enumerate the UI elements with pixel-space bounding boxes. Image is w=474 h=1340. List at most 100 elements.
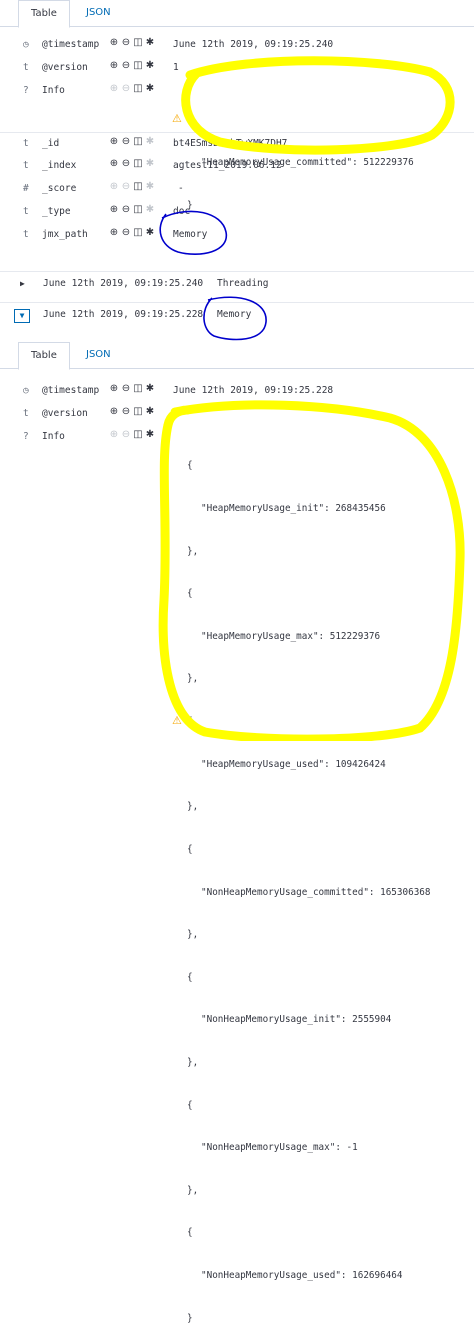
event-message: Threading (217, 278, 269, 289)
field-type: t (23, 229, 29, 240)
toggle-column-icon[interactable]: ◫ (132, 406, 144, 417)
filter-exists-icon[interactable]: ✱ (144, 406, 156, 417)
zoom-in-icon[interactable]: ⊕ (108, 204, 120, 215)
json-line: }, (187, 673, 199, 685)
field-type: ? (23, 85, 29, 96)
json-line: "HeapMemoryUsage_init": 268435456 (201, 503, 386, 515)
zoom-in-icon[interactable]: ⊕ (108, 37, 120, 48)
field-value: 1 (173, 408, 179, 419)
json-line: { (187, 1227, 193, 1239)
field-value: Memory (173, 229, 208, 240)
field-value: bt4ESmsBQebTwXMK7DH7 (173, 138, 288, 149)
zoom-out-icon[interactable]: ⊖ (120, 383, 132, 394)
zoom-out-icon[interactable]: ⊖ (120, 37, 132, 48)
zoom-in-icon[interactable]: ⊕ (108, 158, 120, 169)
json-line: "HeapMemoryUsage_used": 109426424 (201, 758, 386, 770)
field-type: # (23, 183, 29, 194)
field-name: Info (42, 431, 65, 442)
zoom-in-icon[interactable]: ⊕ (108, 227, 120, 238)
toggle-column-icon[interactable]: ◫ (132, 383, 144, 394)
tab-table[interactable]: Table (18, 342, 70, 370)
field-row-id: t _id ⊕ ⊖ ◫ ✱ bt4ESmsBQebTwXMK7DH7 (0, 132, 474, 156)
zoom-in-icon[interactable]: ⊕ (108, 406, 120, 417)
tab-json[interactable]: JSON (86, 0, 111, 26)
filter-exists-icon[interactable]: ✱ (144, 37, 156, 48)
filter-exists-icon: ✱ (145, 158, 155, 169)
event-row-expanded[interactable]: ▼ June 12th 2019, 09:19:25.228 Memory (0, 302, 474, 327)
filter-exists-icon[interactable]: ✱ (144, 383, 156, 394)
zoom-in-icon[interactable]: ⊕ (108, 136, 120, 147)
field-name: @timestamp (42, 385, 100, 396)
zoom-in-icon: ⊕ (109, 429, 119, 440)
filter-exists-icon: ✱ (145, 136, 155, 147)
field-name: @version (42, 408, 88, 419)
filter-exists-icon[interactable]: ✱ (144, 429, 156, 440)
zoom-in-icon: ⊕ (109, 83, 119, 94)
clock-icon: ◷ (23, 39, 29, 50)
doc1-tabs: Table JSON (0, 0, 474, 28)
zoom-out-icon[interactable]: ⊖ (120, 227, 132, 238)
toggle-column-icon[interactable]: ◫ (132, 37, 144, 48)
zoom-out-icon[interactable]: ⊖ (120, 158, 132, 169)
json-line: "NonHeapMemoryUsage_committed": 16530636… (201, 886, 431, 898)
zoom-out-icon[interactable]: ⊖ (120, 60, 132, 71)
json-line: { (187, 588, 193, 600)
field-actions: ⊕ ⊖ ◫ ✱ (108, 136, 168, 150)
toggle-column-icon[interactable]: ◫ (132, 158, 144, 169)
json-line: "NonHeapMemoryUsage_max": -1 (201, 1142, 358, 1154)
field-row-timestamp: ◷ @timestamp ⊕ ⊖ ◫ ✱ June 12th 2019, 09:19:… (0, 34, 474, 57)
field-name: @version (42, 62, 88, 73)
warning-icon[interactable]: ⚠ (172, 714, 182, 727)
toggle-column-icon[interactable]: ◫ (132, 181, 144, 192)
filter-exists-icon[interactable]: ✱ (144, 227, 156, 238)
zoom-in-icon: ⊕ (109, 181, 119, 192)
json-line: }, (187, 1184, 199, 1196)
event-row-collapsed[interactable]: ▶ June 12th 2019, 09:19:25.240 Threading (0, 271, 474, 296)
field-type: t (23, 160, 29, 171)
field-actions: ⊕ ⊖ ◫ ✱ (108, 60, 168, 74)
zoom-in-icon[interactable]: ⊕ (108, 383, 120, 394)
field-actions: ⊕ ⊖ ◫ ✱ (108, 383, 168, 397)
field-actions: ⊕ ⊖ ◫ ✱ (108, 181, 168, 195)
event-message: Memory (217, 309, 252, 320)
json-line: } (187, 1312, 193, 1324)
field-name: Info (42, 85, 65, 96)
field-actions: ⊕ ⊖ ◫ ✱ (108, 37, 168, 51)
filter-exists-icon[interactable]: ✱ (144, 83, 156, 94)
toggle-column-icon[interactable]: ◫ (132, 429, 144, 440)
json-line: }, (187, 1056, 199, 1068)
event-timestamp: June 12th 2019, 09:19:25.240 (43, 278, 204, 289)
filter-exists-icon: ✱ (145, 181, 155, 192)
filter-exists-icon[interactable]: ✱ (144, 60, 156, 71)
zoom-in-icon[interactable]: ⊕ (108, 60, 120, 71)
field-value: June 12th 2019, 09:19:25.240 (173, 39, 334, 50)
json-line: }, (187, 929, 199, 941)
field-name: _type (42, 206, 71, 217)
tab-json[interactable]: JSON (86, 342, 111, 368)
expand-caret-icon[interactable]: ▶ (20, 279, 25, 288)
json-line: { (187, 843, 193, 855)
zoom-out-icon[interactable]: ⊖ (120, 204, 132, 215)
filter-exists-icon: ✱ (145, 204, 155, 215)
zoom-out-icon[interactable]: ⊖ (120, 406, 132, 417)
toggle-column-icon[interactable]: ◫ (132, 204, 144, 215)
toggle-column-icon[interactable]: ◫ (132, 136, 144, 147)
field-value: June 12th 2019, 09:19:25.228 (173, 385, 334, 396)
event-timestamp: June 12th 2019, 09:19:25.228 (43, 309, 204, 320)
toggle-column-icon[interactable]: ◫ (132, 227, 144, 238)
warning-icon[interactable]: ⚠ (172, 112, 182, 125)
toggle-column-icon[interactable]: ◫ (132, 83, 144, 94)
field-actions: ⊕ ⊖ ◫ ✱ (108, 204, 168, 218)
zoom-out-icon: ⊖ (121, 181, 131, 192)
field-row-version: t @version ⊕ ⊖ ◫ ✱ 1 (0, 403, 474, 426)
tab-table[interactable]: Table (18, 0, 70, 28)
field-row-type: t _type ⊕ ⊖ ◫ ✱ doc (0, 201, 474, 224)
field-actions: ⊕ ⊖ ◫ ✱ (108, 406, 168, 420)
toggle-column-icon[interactable]: ◫ (132, 60, 144, 71)
zoom-out-icon[interactable]: ⊖ (120, 136, 132, 147)
collapse-caret-icon[interactable]: ▼ (14, 309, 30, 323)
field-actions: ⊕ ⊖ ◫ ✱ (108, 158, 168, 172)
field-type: t (23, 408, 29, 419)
field-row-score: # _score ⊕ ⊖ ◫ ✱ - (0, 178, 474, 201)
json-line: "NonHeapMemoryUsage_used": 162696464 (201, 1269, 403, 1281)
